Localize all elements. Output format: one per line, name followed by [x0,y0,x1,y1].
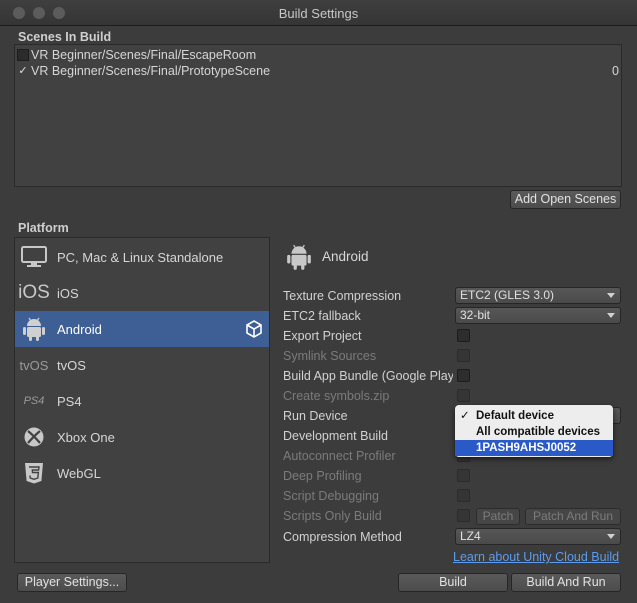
scene-include-checkbox[interactable]: ✓ [17,65,29,77]
platform-label: iOS [57,286,79,301]
dropdown-value: LZ4 [460,529,481,543]
dropdown-value: ETC2 (GLES 3.0) [460,288,555,302]
dropdown-value: 32-bit [460,308,491,322]
scene-name: VR Beginner/Scenes/Final/EscapeRoom [31,48,257,62]
xbox-icon [20,424,48,450]
window-title: Build Settings [278,6,359,21]
run-device-label: Run Device [283,409,348,423]
menu-item-all-compatible-devices[interactable]: All compatible devices [455,424,613,440]
menu-item-device[interactable]: 1PASH9AHSJ0052 [455,440,613,456]
scenes-list[interactable]: VR Beginner/Scenes/Final/EscapeRoom ✓ VR… [14,44,622,187]
deep-profiling-checkbox [457,469,470,482]
create-symbols-checkbox [457,389,470,402]
deep-profiling-label: Deep Profiling [283,469,362,483]
platform-item-ps4[interactable]: PS4 PS4 [15,383,269,419]
create-symbols-label: Create symbols.zip [283,389,390,403]
html5-icon [20,460,48,486]
player-settings-button[interactable]: Player Settings... [17,573,127,592]
platform-item-standalone[interactable]: PC, Mac & Linux Standalone [15,239,269,275]
tvos-icon: tvOS [19,357,49,373]
scene-include-checkbox[interactable] [17,49,29,61]
scene-row[interactable]: VR Beginner/Scenes/Final/EscapeRoom [15,47,621,63]
title-bar: Build Settings [0,0,637,26]
platform-label: WebGL [57,466,101,481]
platform-item-webgl[interactable]: WebGL [15,455,269,491]
build-and-run-button[interactable]: Build And Run [511,573,621,592]
chevron-down-icon [607,534,615,539]
platform-item-ios[interactable]: iOS iOS [15,275,269,311]
scene-row[interactable]: ✓ VR Beginner/Scenes/Final/PrototypeScen… [15,63,621,79]
compression-method-label: Compression Method [283,530,402,544]
menu-item-label: 1PASH9AHSJ0052 [476,442,577,454]
build-button[interactable]: Build [398,573,508,592]
menu-item-label: Default device [476,410,554,422]
development-build-label: Development Build [283,429,388,443]
menu-item-label: All compatible devices [476,426,600,438]
platform-settings-title: Android [322,249,369,264]
check-icon: ✓ [460,410,470,422]
android-icon [20,316,48,342]
etc2-fallback-dropdown[interactable]: 32-bit [455,307,621,324]
platform-item-tvos[interactable]: tvOS tvOS [15,347,269,383]
symlink-sources-checkbox [457,349,470,362]
platform-label: PS4 [57,394,82,409]
monitor-icon [20,244,48,270]
platform-label: tvOS [57,358,86,373]
add-open-scenes-button[interactable]: Add Open Scenes [510,190,621,209]
unity-logo-icon [245,320,263,338]
export-project-checkbox[interactable] [457,329,470,342]
symlink-sources-label: Symlink Sources [283,349,377,363]
autoconnect-profiler-label: Autoconnect Profiler [283,449,396,463]
scene-name: VR Beginner/Scenes/Final/PrototypeScene [31,64,271,78]
menu-item-default-device[interactable]: ✓ Default device [455,408,613,424]
scripts-only-build-label: Scripts Only Build [283,509,382,523]
script-debugging-label: Script Debugging [283,489,379,503]
etc2-fallback-label: ETC2 fallback [283,309,361,323]
platform-label: PC, Mac & Linux Standalone [57,250,224,265]
chevron-down-icon [607,313,615,318]
build-app-bundle-label: Build App Bundle (Google Play) [283,369,453,383]
build-app-bundle-checkbox[interactable] [457,369,470,382]
scripts-only-build-checkbox [457,509,470,522]
ios-icon: iOS [18,282,50,303]
run-device-menu: ✓ Default device All compatible devices … [455,405,613,457]
platform-header: Platform [18,221,69,235]
android-icon [287,243,311,271]
chevron-down-icon [607,293,615,298]
platform-item-xbox-one[interactable]: Xbox One [15,419,269,455]
script-debugging-checkbox [457,489,470,502]
scenes-in-build-header: Scenes In Build [18,30,112,44]
platform-item-android[interactable]: Android [15,311,269,347]
export-project-label: Export Project [283,329,362,343]
scene-index: 0 [612,64,619,78]
ps4-icon: PS4 [23,395,45,407]
platform-list: PC, Mac & Linux Standalone iOS iOS Andro… [14,237,270,563]
texture-compression-dropdown[interactable]: ETC2 (GLES 3.0) [455,287,621,304]
platform-label: Android [57,322,102,337]
patch-button: Patch [476,508,520,525]
cloud-build-link[interactable]: Learn about Unity Cloud Build [453,550,619,564]
patch-and-run-button: Patch And Run [525,508,621,525]
texture-compression-label: Texture Compression [283,289,402,303]
compression-method-dropdown[interactable]: LZ4 [455,528,621,545]
platform-label: Xbox One [57,430,115,445]
